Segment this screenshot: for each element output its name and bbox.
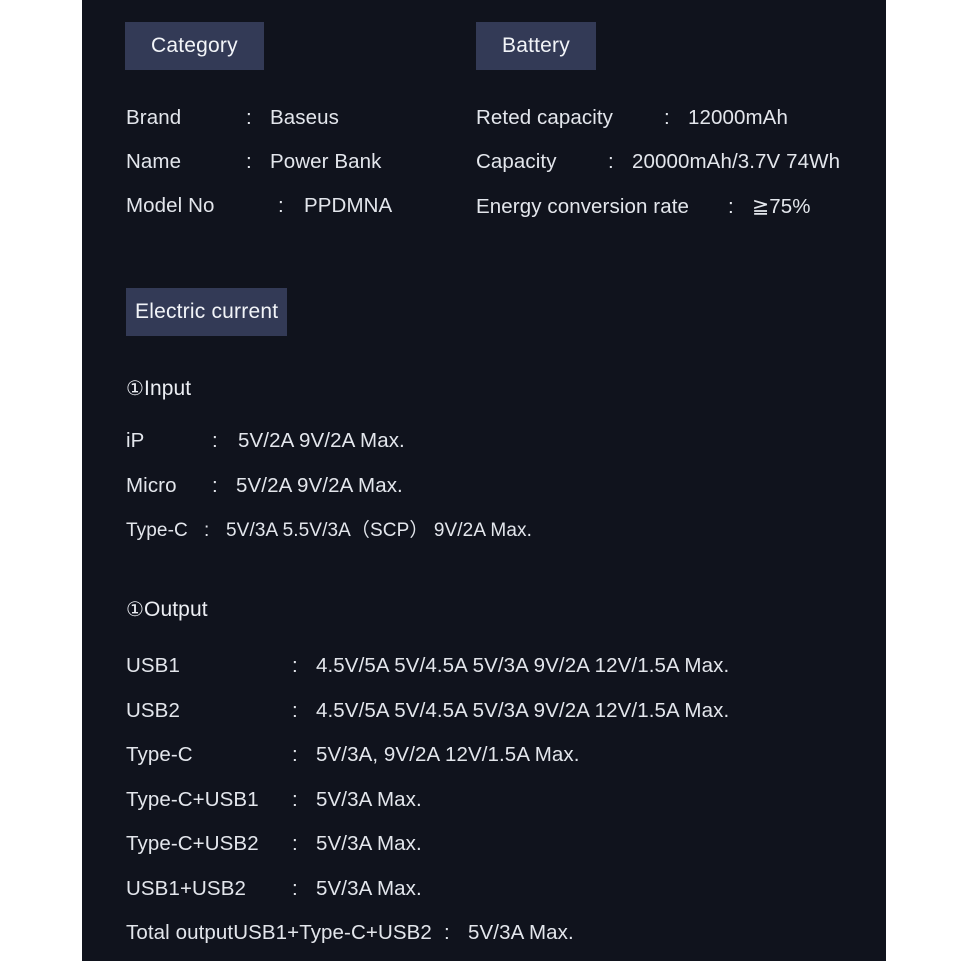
row-value: 5V/3A Max. <box>316 832 422 855</box>
input-heading-label: Input <box>144 377 192 400</box>
row-label: Total outputUSB1+Type-C+USB2 <box>126 921 432 944</box>
row-value: 5V/3A Max. <box>468 921 574 944</box>
row-separator: : <box>292 654 298 677</box>
circled-one-icon: ① <box>126 378 145 400</box>
category-badge-label: Category <box>125 22 264 70</box>
row-value: 5V/2A 9V/2A Max. <box>236 474 403 497</box>
row-label: Type-C+USB2 <box>126 832 259 855</box>
battery-badge: Battery <box>476 22 596 70</box>
row-separator: : <box>246 150 252 173</box>
input-heading: ①Input <box>126 378 191 399</box>
row-value: 4.5V/5A 5V/4.5A 5V/3A 9V/2A 12V/1.5A Max… <box>316 654 730 677</box>
row-label: Reted capacity <box>476 106 614 129</box>
row-value: Power Bank <box>270 150 382 173</box>
row-label: Brand <box>126 106 182 129</box>
row-value: 5V/3A Max. <box>316 788 422 811</box>
row-separator: : <box>246 106 252 129</box>
row-separator: : <box>212 474 218 497</box>
row-label: iP <box>126 429 145 452</box>
product-spec-sheet: Category Brand : Baseus Name : Power Ban… <box>82 0 886 961</box>
row-value: 5V/3A Max. <box>316 877 422 900</box>
row-value: 12000mAh <box>688 106 788 129</box>
row-value: Baseus <box>270 106 339 129</box>
circled-one-icon: ① <box>126 599 145 621</box>
row-value: ≧75% <box>752 195 811 218</box>
row-label: Type-C <box>126 520 188 541</box>
row-value: 4.5V/5A 5V/4.5A 5V/3A 9V/2A 12V/1.5A Max… <box>316 699 730 722</box>
row-value: 20000mAh/3.7V 74Wh <box>632 150 841 173</box>
row-separator: : <box>292 832 298 855</box>
row-separator: : <box>444 921 450 944</box>
row-value: PPDMNA <box>304 194 393 217</box>
row-label: USB2 <box>126 699 180 722</box>
row-label: USB1+USB2 <box>126 877 246 900</box>
row-separator: : <box>292 788 298 811</box>
row-value: 5V/2A 9V/2A Max. <box>238 429 405 452</box>
row-label: USB1 <box>126 654 180 677</box>
row-separator: : <box>292 877 298 900</box>
row-separator: : <box>212 429 218 452</box>
row-label: Name <box>126 150 182 173</box>
output-heading: ①Output <box>126 599 208 620</box>
electric-current-badge: Electric current <box>126 288 288 336</box>
row-value: 5V/3A, 9V/2A 12V/1.5A Max. <box>316 743 580 766</box>
row-separator: : <box>608 150 614 173</box>
output-heading-label: Output <box>144 598 208 621</box>
row-label: Type-C <box>126 743 193 766</box>
row-separator: : <box>204 520 210 541</box>
battery-badge-label: Battery <box>476 22 596 70</box>
row-label: Energy conversion rate <box>476 195 690 218</box>
row-separator: : <box>278 194 284 217</box>
row-separator: : <box>292 699 298 722</box>
row-separator: : <box>664 106 670 129</box>
row-value: 5V/3A 5.5V/3A（SCP） 9V/2A Max. <box>226 520 532 541</box>
electric-current-badge-label: Electric current <box>126 288 288 336</box>
row-label: Micro <box>126 474 177 497</box>
row-label: Type-C+USB1 <box>126 788 259 811</box>
row-label: Capacity <box>476 150 557 173</box>
row-label: Model No <box>126 194 215 217</box>
category-badge: Category <box>125 22 264 70</box>
row-separator: : <box>728 195 734 218</box>
row-separator: : <box>292 743 298 766</box>
